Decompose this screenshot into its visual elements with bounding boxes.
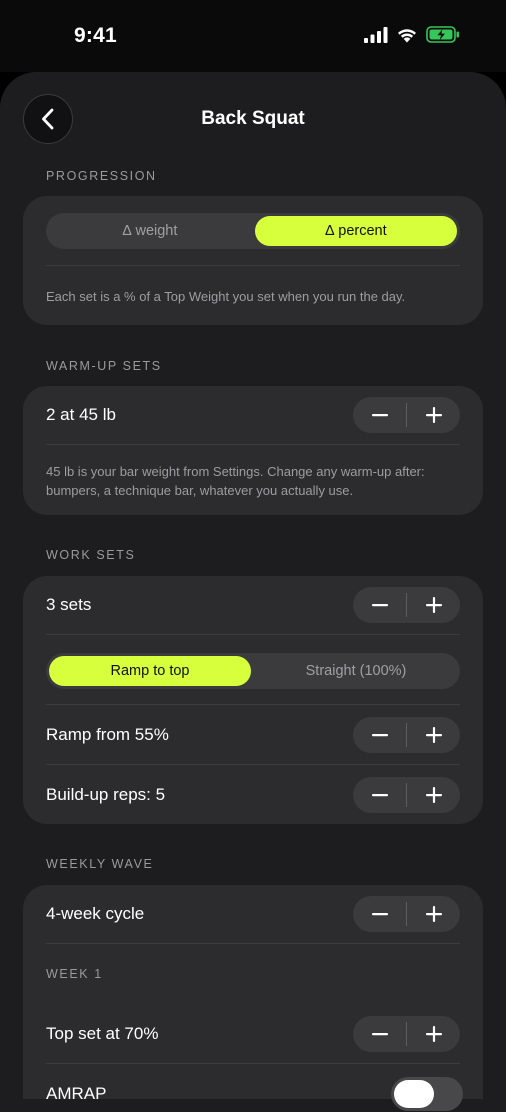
reps-decrement-button[interactable] [353, 777, 406, 813]
warmup-value: 2 at 45 lb [46, 405, 116, 424]
warmup-increment-button[interactable] [407, 397, 460, 433]
progression-note: Each set is a % of a Top Weight you set … [46, 289, 406, 304]
wifi-icon [398, 28, 416, 42]
top-set-stepper [353, 1016, 460, 1052]
divider [46, 265, 460, 266]
page-title: Back Squat [201, 108, 305, 129]
battery-charging-icon [426, 26, 459, 43]
divider [46, 943, 460, 944]
plus-icon [425, 727, 442, 743]
ramp-increment-button[interactable] [407, 717, 460, 753]
work-sets-mode-toggle: Ramp to top Straight (100%) [46, 653, 460, 689]
cycle-label: 4-week cycle [46, 904, 145, 923]
minus-icon [371, 1033, 388, 1036]
plus-icon [425, 787, 442, 803]
cycle-increment-button[interactable] [407, 896, 460, 932]
warmup-stepper [353, 397, 460, 433]
work-sets-card: 3 sets Ramp to top Straight (100%) Ramp … [23, 576, 483, 824]
option-delta-percent[interactable]: ∆ percent [255, 216, 457, 246]
section-label-warmup: WARM-UP SETS [46, 359, 162, 373]
status-bar: 9:41 [0, 0, 506, 72]
plus-icon [425, 1026, 442, 1042]
ramp-decrement-button[interactable] [353, 717, 406, 753]
section-label-weekly-wave: WEEKLY WAVE [46, 857, 154, 871]
toggle-knob [394, 1080, 434, 1108]
cellular-signal-icon [364, 26, 388, 43]
warmup-note: 45 lb is your bar weight from Settings. … [46, 464, 425, 498]
minus-icon [371, 913, 388, 916]
warmup-decrement-button[interactable] [353, 397, 406, 433]
option-delta-weight[interactable]: ∆ weight [49, 216, 251, 246]
amrap-toggle[interactable] [391, 1077, 463, 1111]
divider [46, 634, 460, 635]
minus-icon [371, 794, 388, 797]
section-label-work-sets: WORK SETS [46, 548, 136, 562]
work-sets-stepper [353, 587, 460, 623]
top-set-label: Top set at 70% [46, 1024, 159, 1043]
amrap-label: AMRAP [46, 1084, 107, 1103]
top-set-decrement-button[interactable] [353, 1016, 406, 1052]
build-up-reps-stepper [353, 777, 460, 813]
option-straight[interactable]: Straight (100%) [255, 656, 457, 686]
divider [46, 444, 460, 445]
plus-icon [425, 407, 442, 423]
status-icons [364, 26, 460, 43]
ramp-from-stepper [353, 717, 460, 753]
build-up-reps-label: Build-up reps: 5 [46, 785, 166, 804]
status-time: 9:41 [74, 24, 117, 47]
minus-icon [371, 734, 388, 737]
cycle-stepper [353, 896, 460, 932]
work-sets-count: 3 sets [46, 595, 92, 614]
divider [46, 764, 460, 765]
plus-icon [425, 906, 442, 922]
minus-icon [371, 414, 388, 417]
option-ramp-to-top[interactable]: Ramp to top [49, 656, 251, 686]
minus-icon [371, 604, 388, 607]
section-label-progression: PROGRESSION [46, 169, 157, 183]
cycle-decrement-button[interactable] [353, 896, 406, 932]
progression-card: ∆ weight ∆ percent Each set is a % of a … [23, 196, 483, 325]
week-label: WEEK 1 [46, 967, 103, 981]
progression-toggle: ∆ weight ∆ percent [46, 213, 460, 249]
plus-icon [425, 597, 442, 613]
divider [46, 1063, 460, 1064]
divider [46, 704, 460, 705]
top-set-increment-button[interactable] [407, 1016, 460, 1052]
reps-increment-button[interactable] [407, 777, 460, 813]
sets-decrement-button[interactable] [353, 587, 406, 623]
weekly-wave-card: 4-week cycle WEEK 1 Top set at 70% AMRAP [23, 885, 483, 1111]
warmup-card: 2 at 45 lb 45 lb is your bar weight from… [23, 386, 483, 515]
sets-increment-button[interactable] [407, 587, 460, 623]
ramp-from-label: Ramp from 55% [46, 725, 169, 744]
